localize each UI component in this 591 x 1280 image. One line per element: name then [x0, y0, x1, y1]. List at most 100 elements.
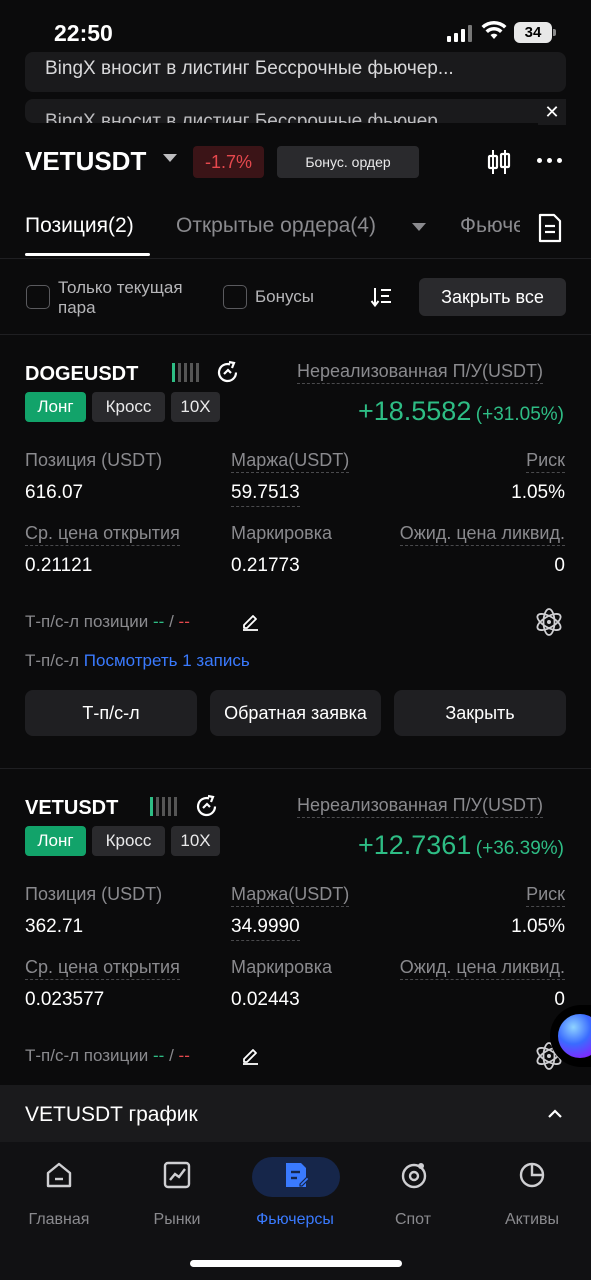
mark-price-label: Маркировка — [231, 523, 333, 543]
mark-price-value: 0.02443 — [231, 989, 300, 1010]
liquidation-price-label: Ожид. цена ликвид. — [399, 523, 565, 546]
risk-level-bars — [150, 797, 177, 816]
stop-loss-value: -- — [178, 612, 190, 631]
tpsl-label: Т-п/с-л позиции — [25, 1046, 149, 1065]
nav-spot[interactable]: Спот — [354, 1211, 472, 1229]
nav-futures[interactable]: Фьючерсы — [236, 1211, 354, 1229]
unrealized-pnl: +12.7361 (+36.39%) — [358, 830, 564, 861]
tpsl-separator: / — [169, 1046, 174, 1065]
pnl-value: +12.7361 — [357, 830, 472, 860]
mark-price-label: Маркировка — [231, 957, 333, 977]
nav-home[interactable]: Главная — [0, 1211, 118, 1229]
candlestick-chart-icon[interactable] — [486, 148, 512, 176]
close-icon[interactable]: ✕ — [538, 99, 566, 125]
battery-indicator: 34 — [514, 22, 552, 43]
position-symbol[interactable]: DOGEUSDT — [25, 363, 138, 386]
more-options-icon[interactable] — [537, 158, 562, 163]
risk-level-bars — [172, 363, 199, 382]
stop-loss-value: -- — [178, 1046, 190, 1065]
entry-price-label: Ср. цена открытия — [25, 523, 180, 546]
tpsl-label: Т-п/с-л позиции — [25, 612, 149, 631]
announcement-text-2: BingX вносит в листинг Бессрочные фьючер… — [45, 111, 454, 123]
price-change-badge: -1.7% — [193, 146, 264, 178]
pnl-value: +18.5582 — [357, 396, 472, 426]
entry-price-label: Ср. цена открытия — [25, 957, 180, 980]
share-icon[interactable] — [194, 794, 219, 819]
close-position-button[interactable]: Закрыть — [394, 690, 566, 736]
chevron-up-icon[interactable] — [546, 1108, 564, 1120]
liquidation-price-value: 0 — [554, 555, 565, 576]
position-size-label: Позиция (USDT) — [25, 450, 163, 470]
edit-icon[interactable] — [241, 1046, 260, 1065]
home-icon[interactable] — [44, 1160, 74, 1190]
risk-label: Риск — [526, 450, 565, 473]
tpsl-records-row: Т-п/с-л Посмотреть 1 запись — [25, 651, 250, 671]
assets-icon[interactable] — [517, 1160, 547, 1190]
futures-icon[interactable] — [281, 1160, 311, 1190]
reverse-order-button[interactable]: Обратная заявка — [210, 690, 381, 736]
sort-icon[interactable] — [370, 286, 392, 308]
margin-mode-tag[interactable]: Кросс — [92, 826, 165, 856]
position-size-value: 362.71 — [25, 916, 84, 937]
bonus-order-button[interactable]: Бонус. ордер — [277, 146, 419, 178]
tpsl-records-label: Т-п/с-л — [25, 651, 80, 670]
leverage-tag[interactable]: 10X — [171, 826, 220, 856]
position-symbol[interactable]: VETUSDT — [25, 797, 118, 820]
margin-label: Маржа(USDT) — [231, 884, 350, 907]
bonuses-label[interactable]: Бонусы — [255, 287, 314, 307]
divider — [0, 258, 591, 259]
entry-price-value: 0.21121 — [25, 555, 93, 576]
position-size-value: 616.07 — [25, 482, 84, 503]
take-profit-value: -- — [153, 1046, 165, 1065]
margin-label: Маржа(USDT) — [231, 450, 350, 473]
chevron-down-icon[interactable] — [163, 154, 177, 162]
view-records-link[interactable]: Посмотреть 1 запись — [84, 651, 250, 670]
bonuses-checkbox[interactable] — [223, 285, 247, 309]
position-tpsl-row: Т-п/с-л позиции -- / -- — [25, 1046, 190, 1066]
risk-value: 1.05% — [511, 482, 565, 503]
side-tag: Лонг — [25, 392, 86, 422]
announcement-banner-2[interactable]: BingX вносит в листинг Бессрочные фьючер… — [25, 99, 566, 123]
nav-markets[interactable]: Рынки — [118, 1211, 236, 1229]
chevron-down-icon[interactable] — [412, 223, 426, 231]
edit-icon[interactable] — [241, 612, 260, 631]
share-icon[interactable] — [215, 360, 240, 385]
pnl-percent: (+36.39%) — [475, 838, 564, 859]
tab-positions[interactable]: Позиция(2) — [25, 214, 134, 238]
unrealized-pnl-label: Нереализованная П/У(USDT) — [297, 795, 544, 818]
document-icon[interactable] — [537, 213, 563, 243]
tab-open-orders[interactable]: Открытые ордера(4) — [176, 214, 376, 238]
current-pair-checkbox[interactable] — [26, 285, 50, 309]
take-profit-value: -- — [153, 612, 165, 631]
position-tpsl-row: Т-п/с-л позиции -- / -- — [25, 612, 190, 632]
pnl-percent: (+31.05%) — [475, 404, 564, 425]
cellular-signal-icon — [447, 24, 472, 42]
margin-mode-tag[interactable]: Кросс — [92, 392, 165, 422]
divider — [0, 768, 591, 769]
spot-icon[interactable] — [399, 1160, 429, 1190]
close-all-button[interactable]: Закрыть все — [419, 278, 566, 316]
wifi-icon — [481, 20, 507, 39]
unrealized-pnl: +18.5582 (+31.05%) — [358, 396, 564, 427]
nav-assets[interactable]: Активы — [473, 1211, 591, 1229]
divider — [0, 334, 591, 335]
liquidation-price-value: 0 — [554, 989, 565, 1010]
chart-section-title[interactable]: VETUSDT график — [25, 1103, 198, 1127]
margin-value[interactable]: 34.9990 — [231, 916, 300, 941]
ai-assistant-icon[interactable] — [534, 607, 564, 637]
tpsl-button[interactable]: Т-п/с-л — [25, 690, 197, 736]
mark-price-value: 0.21773 — [231, 555, 300, 576]
tpsl-separator: / — [169, 612, 174, 631]
margin-value[interactable]: 59.7513 — [231, 482, 300, 507]
leverage-tag[interactable]: 10X — [171, 392, 220, 422]
status-time: 22:50 — [54, 20, 113, 46]
active-tab-indicator — [25, 253, 150, 256]
markets-icon[interactable] — [162, 1160, 192, 1190]
announcement-banner[interactable]: BingX вносит в листинг Бессрочные фьючер… — [25, 52, 566, 92]
tab-futures[interactable]: Фьючерсы — [460, 214, 520, 238]
risk-value: 1.05% — [511, 916, 565, 937]
home-indicator — [190, 1260, 402, 1267]
entry-price-value: 0.023577 — [25, 989, 105, 1010]
current-pair-label[interactable]: Только текущая пара — [58, 278, 208, 318]
pair-title[interactable]: VETUSDT — [25, 146, 146, 177]
